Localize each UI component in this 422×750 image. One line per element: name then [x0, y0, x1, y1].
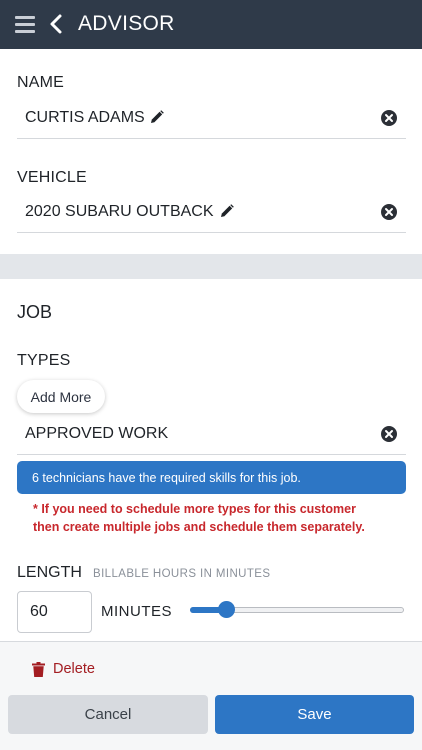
page-title: ADVISOR	[78, 12, 175, 35]
vehicle-value: 2020 SUBARU OUTBACK	[25, 203, 214, 220]
warning-line: then create multiple jobs and schedule t…	[33, 520, 365, 534]
save-button[interactable]: Save	[215, 695, 414, 734]
name-value: CURTIS ADAMS	[25, 109, 145, 126]
trash-icon	[32, 661, 45, 677]
length-label: LENGTH	[17, 564, 82, 581]
job-type-field[interactable]: APPROVED WORK	[17, 415, 406, 455]
chevron-left-icon[interactable]	[48, 13, 64, 35]
name-label: NAME	[17, 74, 65, 91]
job-type-value: APPROVED WORK	[25, 425, 169, 442]
minutes-input[interactable]: 60	[17, 591, 92, 633]
section-divider	[0, 254, 422, 279]
pencil-icon[interactable]	[220, 204, 234, 218]
technicians-info-banner: 6 technicians have the required skills f…	[17, 461, 406, 494]
clear-icon[interactable]	[381, 426, 397, 442]
minutes-unit-label: MINUTES	[101, 603, 172, 620]
add-more-button[interactable]: Add More	[17, 380, 105, 413]
slider-thumb[interactable]	[217, 601, 235, 618]
hamburger-icon[interactable]	[15, 16, 35, 33]
cancel-button[interactable]: Cancel	[8, 695, 208, 734]
types-label: TYPES	[17, 352, 71, 369]
job-section-title: JOB	[17, 302, 53, 322]
warning-line: * If you need to schedule more types for…	[33, 502, 356, 516]
delete-label: Delete	[53, 661, 95, 677]
vehicle-label: VEHICLE	[17, 169, 87, 186]
name-field[interactable]: CURTIS ADAMS	[17, 99, 406, 139]
clear-icon[interactable]	[381, 110, 397, 126]
length-hint: BILLABLE HOURS IN MINUTES	[93, 568, 271, 580]
length-slider[interactable]	[190, 600, 406, 620]
vehicle-field[interactable]: 2020 SUBARU OUTBACK	[17, 193, 406, 233]
schedule-warning: * If you need to schedule more types for…	[33, 500, 403, 536]
clear-icon[interactable]	[381, 204, 397, 220]
pencil-icon[interactable]	[150, 110, 164, 124]
top-bar: ADVISOR	[0, 0, 422, 49]
delete-button[interactable]: Delete	[32, 658, 95, 680]
